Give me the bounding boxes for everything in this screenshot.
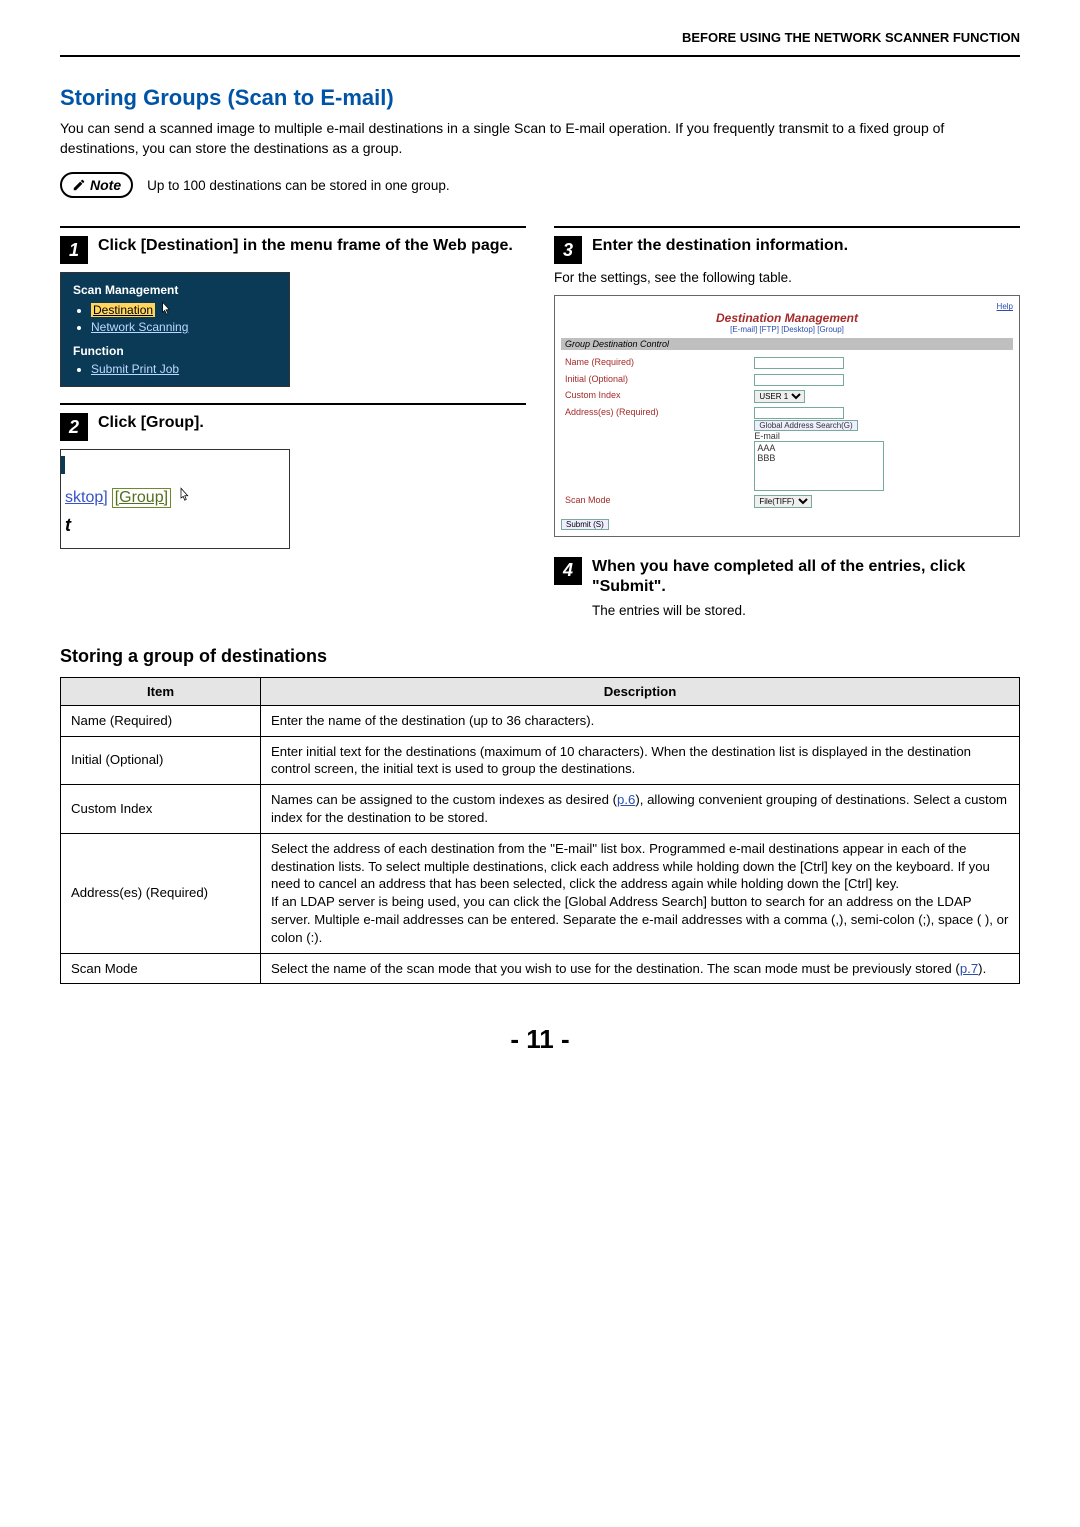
table-row: Initial (Optional) Enter initial text fo… xyxy=(61,736,1020,785)
label-custom-index: Custom Index xyxy=(563,389,750,404)
group-dest-control-header: Group Destination Control xyxy=(561,338,1013,350)
step-title: Click [Destination] in the menu frame of… xyxy=(98,236,513,256)
cell-desc: Enter the name of the destination (up to… xyxy=(261,705,1020,736)
section-intro: You can send a scanned image to multiple… xyxy=(60,119,1020,158)
table-row: Custom Index Names can be assigned to th… xyxy=(61,785,1020,834)
group-screenshot: sktop] [Group] t xyxy=(60,449,290,549)
cursor-icon xyxy=(175,486,193,509)
link-group[interactable]: [Group] xyxy=(112,488,171,508)
cell-desc: Enter initial text for the destinations … xyxy=(261,736,1020,785)
cell-item: Scan Mode xyxy=(61,953,261,984)
page-header: BEFORE USING THE NETWORK SCANNER FUNCTIO… xyxy=(60,30,1020,51)
cursor-icon xyxy=(158,301,174,320)
section-title: Storing Groups (Scan to E-mail) xyxy=(60,85,1020,111)
page-number: - 11 - xyxy=(60,1024,1020,1055)
step-1: 1 Click [Destination] in the menu frame … xyxy=(60,226,526,264)
menu-link-destination[interactable]: Destination xyxy=(91,303,155,317)
step-number: 1 xyxy=(60,236,88,264)
table-row: Name (Required) Enter the name of the de… xyxy=(61,705,1020,736)
label-scan-mode: Scan Mode xyxy=(563,494,750,509)
note-row: Note Up to 100 destinations can be store… xyxy=(60,172,1020,198)
page-link[interactable]: p.6 xyxy=(617,792,635,807)
note-text: Up to 100 destinations can be stored in … xyxy=(147,178,449,193)
table-row: Scan Mode Select the name of the scan mo… xyxy=(61,953,1020,984)
menu-heading-scan: Scan Management xyxy=(73,283,277,297)
menu-heading-function: Function xyxy=(73,344,277,358)
step-4-body: The entries will be stored. xyxy=(592,603,1020,618)
list-item[interactable]: BBB xyxy=(757,453,881,463)
cell-item: Initial (Optional) xyxy=(61,736,261,785)
email-listbox[interactable]: AAA BBB xyxy=(754,441,884,491)
step-number: 4 xyxy=(554,557,582,585)
note-label: Note xyxy=(90,177,121,193)
header-rule xyxy=(60,55,1020,57)
cell-item: Name (Required) xyxy=(61,705,261,736)
cell-desc: Names can be assigned to the custom inde… xyxy=(261,785,1020,834)
global-address-search-button[interactable]: Global Address Search(G) xyxy=(754,420,857,431)
dm-title: Destination Management xyxy=(561,311,1013,325)
step-title: Click [Group]. xyxy=(98,413,204,433)
pencil-icon xyxy=(72,178,86,192)
page-link[interactable]: p.7 xyxy=(960,961,978,976)
step-number: 3 xyxy=(554,236,582,264)
table-row: Address(es) (Required) Select the addres… xyxy=(61,833,1020,953)
step-title: When you have completed all of the entri… xyxy=(592,557,1020,597)
step-number: 2 xyxy=(60,413,88,441)
cell-item: Custom Index xyxy=(61,785,261,834)
subsection-title: Storing a group of destinations xyxy=(60,646,1020,667)
help-link[interactable]: Help xyxy=(561,302,1013,311)
address-input[interactable] xyxy=(754,407,844,419)
col-header-item: Item xyxy=(61,677,261,705)
label-initial: Initial (Optional) xyxy=(563,373,750,388)
cell-desc: Select the name of the scan mode that yo… xyxy=(261,953,1020,984)
dm-tabs[interactable]: [E-mail] [FTP] [Desktop] [Group] xyxy=(561,325,1013,334)
label-name: Name (Required) xyxy=(563,356,750,371)
step-3: 3 Enter the destination information. xyxy=(554,226,1020,264)
note-badge: Note xyxy=(60,172,133,198)
step-2: 2 Click [Group]. xyxy=(60,403,526,441)
link-fragment-sktop: sktop] xyxy=(65,489,108,507)
initial-input[interactable] xyxy=(754,374,844,386)
menu-link-submit-print[interactable]: Submit Print Job xyxy=(91,362,179,376)
step-3-body: For the settings, see the following tabl… xyxy=(554,270,1020,285)
text-fragment-t: t xyxy=(65,515,71,536)
label-email: E-mail xyxy=(754,431,780,441)
menu-link-network-scanning[interactable]: Network Scanning xyxy=(91,320,188,334)
label-addresses: Address(es) (Required) xyxy=(563,406,750,492)
step-4: 4 When you have completed all of the ent… xyxy=(554,549,1020,597)
step-title: Enter the destination information. xyxy=(592,236,848,256)
destinations-table: Item Description Name (Required) Enter t… xyxy=(60,677,1020,985)
name-input[interactable] xyxy=(754,357,844,369)
cell-desc: Select the address of each destination f… xyxy=(261,833,1020,953)
custom-index-select[interactable]: USER 1 xyxy=(754,390,805,403)
destination-mgmt-screenshot: Help Destination Management [E-mail] [FT… xyxy=(554,295,1020,537)
col-header-description: Description xyxy=(261,677,1020,705)
scan-mode-select[interactable]: File(TIFF) xyxy=(754,495,812,508)
menu-screenshot: Scan Management Destination Network Scan… xyxy=(60,272,290,387)
submit-button[interactable]: Submit (S) xyxy=(561,519,609,530)
cell-item: Address(es) (Required) xyxy=(61,833,261,953)
list-item[interactable]: AAA xyxy=(757,443,881,453)
